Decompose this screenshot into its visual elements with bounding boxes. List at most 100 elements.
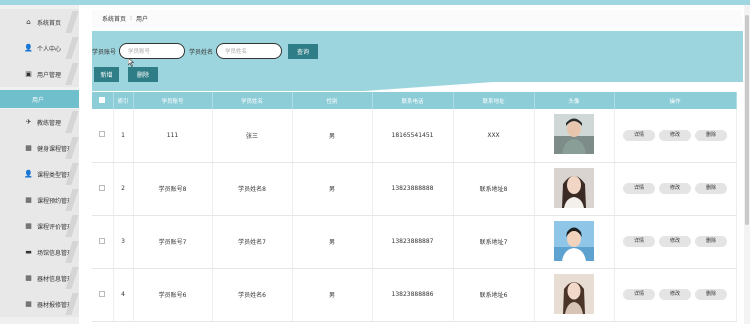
sidebar-item-courses[interactable]: ▦ 健身课程管理 — [0, 135, 79, 161]
name-cell: 学员姓名6 — [212, 268, 293, 322]
column-header: 头像 — [534, 92, 615, 109]
detail-button[interactable]: 详情 — [623, 129, 655, 141]
select-all-checkbox[interactable] — [99, 96, 106, 103]
sidebar-item-users[interactable]: ▣ 用户管理 — [0, 61, 79, 87]
address-cell: XXX — [453, 109, 535, 163]
account-cell: 学员账号8 — [133, 162, 213, 216]
delete-button[interactable]: 删除 — [695, 183, 727, 194]
table-row: 3 学员账号7 学员姓名7 男 13823888887 联系地址7 详情 修改 删除 — [92, 215, 737, 269]
sidebar-item-label: 用户管理 — [37, 71, 62, 79]
gender-cell: 男 — [292, 215, 373, 269]
sidebar-item-label: 教练管理 — [37, 119, 62, 127]
row-select-cell — [92, 268, 114, 322]
account-cell: 111 — [133, 109, 213, 163]
table-header-row: 索引 学员账号 学员姓名 性别 联系电话 联系地址 头像 操作 — [92, 92, 737, 109]
delete-button[interactable]: 删除 — [695, 129, 727, 141]
account-cell: 学员账号7 — [133, 215, 213, 269]
phone-cell: 13823888887 — [372, 215, 454, 269]
breadcrumb-home[interactable]: 系统首页 — [102, 14, 126, 23]
sidebar-item-repairs[interactable]: ▦ 器材报修管理 — [0, 291, 79, 317]
sidebar-item-label: 系统首页 — [37, 19, 62, 27]
select-all-header[interactable] — [92, 92, 114, 109]
avatar-cell — [534, 162, 615, 216]
sidebar-item-bookings[interactable]: ▦ 课程预约管理 — [0, 187, 79, 213]
detail-button[interactable]: 详情 — [623, 236, 655, 247]
batch-delete-button[interactable]: 删除 — [128, 67, 158, 82]
name-cell: 张三 — [212, 109, 293, 163]
scrollbar-thumb[interactable] — [745, 15, 749, 225]
sidebar-item-label: 器材报修管理 — [37, 301, 74, 309]
users-table: 索引 学员账号 学员姓名 性别 联系电话 联系地址 头像 操作 1 111 张三… — [92, 92, 737, 322]
gender-cell: 男 — [292, 268, 373, 322]
detail-button[interactable]: 详情 — [623, 183, 655, 194]
index-cell: 2 — [113, 162, 134, 216]
sidebar-item-equipment[interactable]: ▦ 器材信息管理 — [0, 265, 79, 291]
gender-cell: 男 — [292, 162, 373, 216]
name-search-input[interactable]: 学员姓名 — [216, 43, 283, 59]
delete-button[interactable]: 删除 — [695, 289, 727, 300]
column-header: 性别 — [292, 92, 373, 109]
add-button[interactable]: 新增 — [94, 67, 119, 82]
edit-button[interactable]: 修改 — [659, 289, 691, 300]
avatar — [554, 220, 594, 261]
name-label: 学员姓名 — [189, 48, 214, 56]
actions-cell: 详情 修改 删除 — [614, 268, 737, 322]
avatar-cell — [534, 109, 615, 163]
sidebar-item-venues[interactable]: ▬ 场馆信息管理 — [0, 239, 79, 265]
sidebar-item-profile[interactable]: 👤 个人中心 — [0, 35, 79, 61]
avatar — [554, 167, 594, 208]
index-cell: 4 — [113, 268, 134, 322]
account-search-input[interactable]: 学员账号 — [119, 43, 186, 59]
row-checkbox[interactable] — [99, 184, 106, 191]
grid-icon: ▦ — [25, 274, 32, 282]
actions-cell: 详情 修改 删除 — [614, 109, 737, 163]
sidebar-item-coaches[interactable]: ✈ 教练管理 — [0, 109, 79, 135]
address-cell: 联系地址8 — [453, 162, 535, 216]
breadcrumb-current: 用户 — [135, 16, 148, 23]
table-row: 2 学员账号8 学员姓名8 男 13823888888 联系地址8 详情 修改 删除 — [92, 162, 737, 216]
grid-icon: ▦ — [25, 144, 32, 152]
address-cell: 联系地址6 — [453, 268, 535, 322]
name-cell: 学员姓名8 — [212, 162, 293, 216]
address-cell: 联系地址7 — [453, 215, 535, 269]
row-checkbox[interactable] — [99, 237, 106, 244]
avatar-cell — [534, 215, 615, 269]
edit-button[interactable]: 修改 — [659, 129, 691, 141]
top-strip — [0, 0, 750, 5]
avatar — [554, 273, 594, 314]
panel-divider — [92, 82, 743, 92]
row-checkbox[interactable] — [99, 290, 106, 297]
column-header: 学员账号 — [133, 92, 213, 109]
phone-cell: 18165541451 — [372, 109, 454, 163]
gender-cell: 男 — [292, 109, 373, 163]
cursor-icon — [128, 58, 134, 67]
row-select-cell — [92, 162, 114, 216]
edit-button[interactable]: 修改 — [659, 183, 691, 194]
account-cell: 学员账号6 — [133, 268, 213, 322]
grid-icon: ▦ — [25, 196, 32, 204]
row-checkbox[interactable] — [99, 131, 106, 138]
breadcrumb: 系统首页 ⁝ 用户 — [92, 10, 742, 27]
person-icon: 👤 — [24, 170, 33, 178]
sidebar: ⌂ 系统首页 👤 个人中心 ▣ 用户管理 用户 ✈ 教练管理 ▦ 健身课程管理 … — [0, 5, 79, 324]
phone-cell: 13823888886 — [372, 268, 454, 322]
name-cell: 学员姓名7 — [212, 215, 293, 269]
breadcrumb-separator: ⁝ — [130, 15, 132, 22]
sidebar-item-reviews[interactable]: ▦ 课程评价管理 — [0, 213, 79, 239]
search-button[interactable]: 查询 — [288, 43, 319, 59]
edit-button[interactable]: 修改 — [659, 236, 691, 247]
sidebar-item-home[interactable]: ⌂ 系统首页 — [0, 9, 79, 35]
chat-icon: ▬ — [25, 248, 32, 256]
home-icon: ⌂ — [26, 18, 31, 26]
page-scrollbar[interactable] — [744, 5, 750, 324]
detail-button[interactable]: 详情 — [623, 289, 655, 300]
search-row: 学员账号 学员账号 学员姓名 学员姓名 查询 — [92, 43, 319, 59]
sidebar-item-label: 课程预约管理 — [37, 197, 74, 205]
sidebar-item-label: 器材信息管理 — [37, 275, 74, 283]
sidebar-subitem-user[interactable]: 用户 — [0, 90, 79, 108]
delete-button[interactable]: 删除 — [695, 236, 727, 247]
sidebar-item-course-types[interactable]: 👤 课程类型管理 — [0, 161, 79, 187]
grid-icon: ▦ — [25, 222, 32, 230]
sidebar-item-label: 个人中心 — [37, 45, 62, 53]
column-header: 联系地址 — [453, 92, 535, 109]
